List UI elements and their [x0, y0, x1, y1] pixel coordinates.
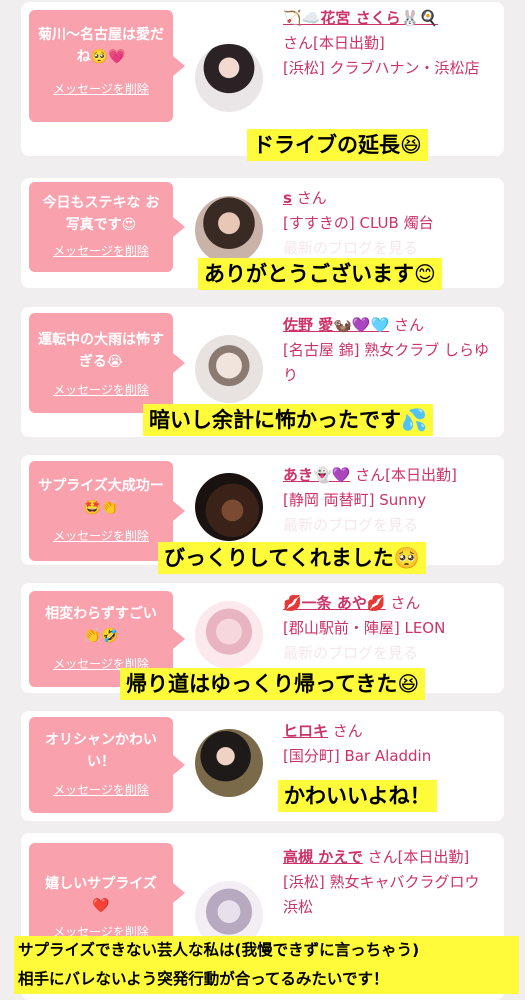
shop-name: [国分町] Bar Aladdin — [283, 747, 432, 765]
shop-name: [静岡 両替町] Sunny — [283, 491, 427, 509]
caption-highlight: びっくりしてくれました🥺 — [158, 542, 426, 574]
message-bubble: 運転中の大雨は怖すぎる😭 メッセージを削除 — [29, 313, 185, 413]
avatar[interactable] — [195, 601, 263, 669]
message-bubble: サプライズ大成功ー🤩👏 メッセージを削除 — [29, 461, 185, 561]
honorific: さん — [283, 34, 314, 52]
delete-message-link[interactable]: メッセージを削除 — [29, 80, 173, 97]
cast-name-link[interactable]: 🏹☁️花宮 さくら🐰🍳 — [283, 9, 438, 27]
message-text: 嬉しいサプライズ❤️ — [45, 876, 157, 914]
status-badge: [本日出勤] — [397, 848, 470, 866]
avatar[interactable] — [195, 335, 263, 403]
message-text: 相変わらずすごい👏🤣 — [45, 606, 157, 644]
latest-blog-link[interactable]: 最新のブログを見る — [283, 513, 498, 538]
cast-name-link[interactable]: 💋一条 あや💋 — [283, 594, 386, 612]
profile-info: ヒロキ さん [国分町] Bar Aladdin — [283, 719, 498, 769]
caption-highlight: 暗いし余計に怖かったです💦 — [143, 404, 434, 436]
cast-name-link[interactable]: あき👻💜 — [283, 466, 350, 484]
shop-name: [郡山駅前・陣屋] LEON — [283, 619, 446, 637]
honorific: さん — [394, 316, 425, 334]
caption-highlight: ありがとうございます😊 — [198, 258, 442, 290]
shop-name: [浜松] クラブハナン・浜松店 — [283, 59, 480, 77]
shop-name: [すすきの] CLUB 燭台 — [283, 214, 434, 232]
shop-name: [名古屋 錦] 熟女クラブ しらゆり — [283, 341, 490, 384]
caption-highlight: かわいいよね！ — [278, 780, 437, 812]
cast-name-link[interactable]: 佐野 愛🦦💜🩵 — [283, 316, 389, 334]
message-text: オリシャンかわいい！ — [45, 732, 157, 770]
status-badge: [本日出勤] — [313, 34, 385, 52]
honorific: さん — [332, 722, 363, 740]
delete-message-link[interactable]: メッセージを削除 — [29, 242, 173, 259]
profile-info: 🏹☁️花宮 さくら🐰🍳 さん[本日出勤] [浜松] クラブハナン・浜松店 — [283, 6, 498, 81]
caption-highlight: ドライブの延長😆 — [247, 129, 428, 161]
profile-info: s さん [すすきの] CLUB 燭台 最新のブログを見る — [283, 186, 498, 261]
avatar[interactable] — [195, 729, 263, 797]
profile-info: 高槻 かえで さん[本日出勤] [浜松] 熟女キャバクラグロウ 浜松 — [283, 845, 498, 920]
footer-line-1: サプライズできない芸人な私は(我慢できずに言っちゃう) — [18, 941, 420, 959]
message-bubble: 菊川〜名古屋は愛だね🥺💗 メッセージを削除 — [29, 10, 185, 122]
latest-blog-link[interactable]: 最新のブログを見る — [283, 641, 498, 666]
message-text: 菊川〜名古屋は愛だね🥺💗 — [38, 27, 164, 65]
avatar[interactable] — [195, 44, 263, 112]
message-bubble: オリシャンかわいい！ メッセージを削除 — [29, 717, 185, 813]
cast-name-link[interactable]: s — [283, 189, 292, 207]
delete-message-link[interactable]: メッセージを削除 — [29, 381, 173, 398]
profile-info: あき👻💜 さん[本日出勤] [静岡 両替町] Sunny 最新のブログを見る — [283, 463, 498, 538]
honorific: さん — [367, 848, 398, 866]
footer-caption: サプライズできない芸人な私は(我慢できずに言っちゃう) 相手にバレないよう突発行… — [14, 936, 519, 994]
message-text: 運転中の大雨は怖すぎる😭 — [38, 332, 164, 370]
caption-highlight: 帰り道はゆっくり帰ってきた😆 — [120, 668, 426, 700]
honorific: さん — [390, 594, 421, 612]
status-badge: [本日出勤] — [385, 466, 457, 484]
honorific: さん — [296, 189, 327, 207]
cast-name-link[interactable]: ヒロキ — [283, 722, 328, 740]
shop-name: [浜松] 熟女キャバクラグロウ 浜松 — [283, 873, 480, 916]
message-bubble: 嬉しいサプライズ❤️ メッセージを削除 — [29, 843, 185, 943]
message-bubble: 今日もステキな お写真です😍 メッセージを削除 — [29, 182, 185, 272]
cast-name-link[interactable]: 高槻 かえで — [283, 848, 363, 866]
avatar[interactable] — [195, 196, 263, 264]
delete-message-link[interactable]: メッセージを削除 — [29, 781, 173, 798]
profile-info: 佐野 愛🦦💜🩵 さん [名古屋 錦] 熟女クラブ しらゆり — [283, 313, 498, 388]
profile-info: 💋一条 あや💋 さん [郡山駅前・陣屋] LEON 最新のブログを見る — [283, 591, 498, 666]
honorific: さん — [355, 466, 386, 484]
avatar[interactable] — [195, 473, 263, 541]
delete-message-link[interactable]: メッセージを削除 — [29, 527, 173, 544]
message-text: 今日もステキな お写真です😍 — [42, 195, 160, 233]
footer-line-2: 相手にバレないよう突発行動が合ってるみたいです！ — [18, 970, 389, 988]
message-text: サプライズ大成功ー🤩👏 — [38, 478, 164, 516]
